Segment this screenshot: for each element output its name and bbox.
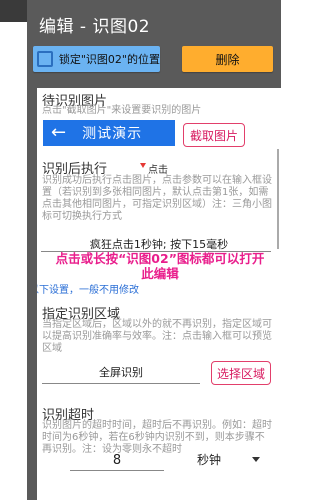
capture-image-button[interactable]: 截取图片: [183, 123, 245, 147]
action-summary-field[interactable]: 疯狂点击1秒钟; 按下15毫秒: [37, 236, 281, 252]
timeout-input[interactable]: 8: [70, 448, 164, 471]
settings-panel[interactable]: 待识别图片 点击"截取图片"来设置要识别的图片 ← 测试演示 截取图片 识别后执…: [37, 88, 281, 500]
recognize-hint: 点击"截取图片"来设置要识别的图片: [42, 105, 202, 116]
region-input[interactable]: 全屏识别: [42, 361, 200, 384]
dropdown-caret-icon[interactable]: [252, 457, 260, 462]
region-hint: 当指定区域后，区域以外的就不再识别，指定区域可以提高识别准确率与效率。注：点击输…: [42, 319, 272, 354]
edit-dialog: 编辑 - 识图02 锁定"识图02"的位置 删除 待识别图片 点击"截取图片"来…: [27, 0, 281, 500]
arrow-left-icon[interactable]: ←: [51, 124, 66, 142]
delete-button[interactable]: 删除: [182, 46, 273, 72]
trigger-mode: 点击: [148, 165, 168, 176]
lock-position-label: 锁定"识图02"的位置: [58, 53, 160, 66]
scrollbar[interactable]: [277, 149, 279, 249]
demo-bar[interactable]: ← 测试演示: [43, 120, 175, 146]
dialog-title: 编辑 - 识图02: [39, 17, 151, 37]
demo-label: 测试演示: [82, 126, 143, 142]
trigger-hint: 识别成功后执行点击图片，点击参数可以在输入框设置（若识别到多张相同图片，默认点击…: [42, 175, 272, 222]
lock-position-button[interactable]: 锁定"识图02"的位置: [33, 46, 160, 72]
checkbox-icon[interactable]: [37, 51, 53, 67]
edit-tip-message: 点击或长按“识图02”图标都可以打开此编辑: [55, 251, 265, 281]
timeout-unit-select[interactable]: 秒钟: [169, 448, 249, 470]
edit-tip-sub: 以下设置，一般不用修改: [37, 285, 139, 296]
triangle-switch-icon[interactable]: [140, 163, 146, 168]
select-region-button[interactable]: 选择区域: [211, 361, 271, 385]
